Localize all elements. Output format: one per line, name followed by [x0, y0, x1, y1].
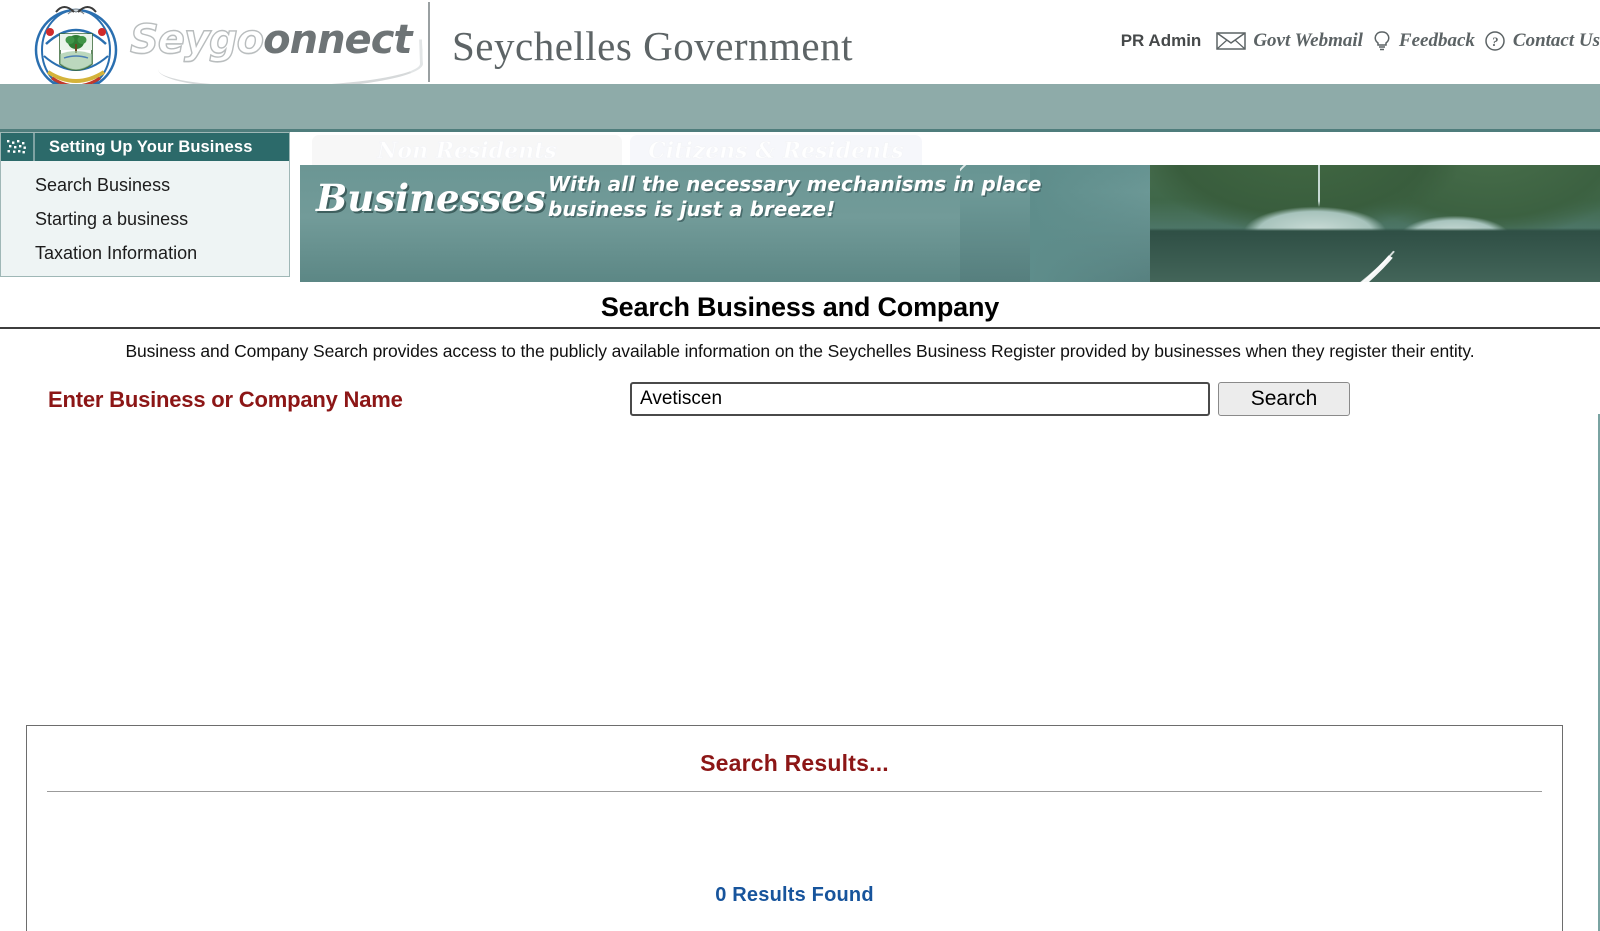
sidebar-item-taxation-information[interactable]: Taxation Information — [35, 236, 289, 270]
feedback-link[interactable]: Feedback — [1372, 30, 1475, 52]
govt-webmail-link[interactable]: Govt Webmail — [1216, 30, 1363, 52]
svg-text:?: ? — [1492, 34, 1499, 49]
banner-tagline: With all the necessary mechanisms in pla… — [548, 172, 1041, 222]
search-results-title: Search Results... — [700, 750, 889, 776]
banner-heading: Businesses — [316, 176, 546, 220]
hero-banner: Businesses With all the necessary mechan… — [300, 132, 1600, 282]
banner-tagline-line2: business is just a breeze! — [548, 197, 836, 221]
sidebar-header: Setting Up Your Business — [1, 133, 289, 161]
government-title: Seychelles Government — [452, 23, 854, 69]
lightbulb-icon — [1374, 31, 1390, 51]
dotted-squares-icon — [1, 133, 35, 161]
sidebar-menu: Search Business Starting a business Taxa… — [1, 161, 289, 270]
banner-tagline-line1: With all the necessary mechanisms in pla… — [548, 172, 1042, 196]
contact-us-label: Contact Us — [1512, 30, 1600, 51]
search-button[interactable]: Search — [1218, 382, 1350, 416]
mid-section: Setting Up Your Business Search Business… — [0, 132, 1600, 282]
search-input[interactable] — [630, 382, 1210, 416]
header-divider — [428, 2, 430, 82]
tab-non-residents[interactable]: Non Residents — [312, 135, 622, 165]
sidebar-title: Setting Up Your Business — [49, 137, 253, 156]
site-header: FINIS CORONAT OPUS Seygoonnect Seychelle… — [0, 0, 1600, 84]
envelope-icon — [1216, 32, 1247, 50]
contact-us-link[interactable]: ? Contact Us — [1484, 30, 1600, 52]
intro-paragraph: Business and Company Search provides acc… — [125, 341, 1475, 361]
header-links: PR Admin Govt Webmail Feedback ? Contact — [1121, 30, 1600, 52]
govt-webmail-label: Govt Webmail — [1253, 30, 1363, 51]
feedback-label: Feedback — [1398, 30, 1475, 51]
question-circle-icon: ? — [1485, 31, 1505, 51]
search-results-count: 0 Results Found — [715, 884, 874, 906]
page-title: Search Business and Company — [600, 292, 1000, 322]
sidebar-item-starting-a-business[interactable]: Starting a business — [35, 202, 289, 236]
seychelles-coat-of-arms-icon: FINIS CORONAT OPUS — [34, 6, 118, 84]
search-field-label: Enter Business or Company Name — [48, 387, 403, 412]
search-results-panel: Search Results... 0 Results Found — [26, 725, 1563, 931]
sidebar-item-search-business[interactable]: Search Business — [35, 168, 289, 202]
search-form: Enter Business or Company Name Search — [0, 374, 1600, 438]
seygoconnect-logo[interactable]: Seygoonnect — [129, 14, 430, 84]
teal-navigation-band — [0, 84, 1600, 132]
main-content: Search Business and Company Business and… — [0, 282, 1600, 931]
banner-tabs: Non Residents Citizens & Residents — [300, 132, 1600, 165]
sidebar-panel: Setting Up Your Business Search Business… — [0, 132, 290, 277]
current-user-label: PR Admin — [1120, 31, 1202, 50]
tab-citizens-and-residents[interactable]: Citizens & Residents — [630, 135, 922, 165]
